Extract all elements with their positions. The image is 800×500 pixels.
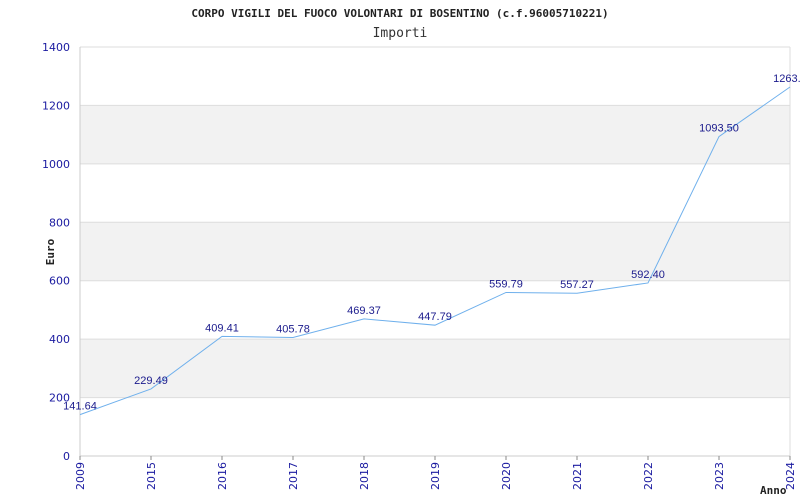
- grid-band: [80, 339, 790, 398]
- data-label: 1093.50: [699, 123, 739, 135]
- x-tick-label: 2016: [216, 462, 229, 490]
- x-tick-label: 2021: [571, 462, 584, 490]
- x-tick-label: 2020: [500, 462, 513, 490]
- data-label: 1263.0: [773, 73, 800, 85]
- x-tick-label: 2009: [74, 462, 87, 490]
- y-tick-label: 1000: [42, 158, 70, 171]
- y-axis-label: Euro: [44, 238, 57, 265]
- data-label: 409.41: [205, 322, 239, 334]
- x-axis-ticks: 2009 2015 2016 2017 2018 2019 2020 2021 2022 2023…: [74, 456, 797, 490]
- data-label: 447.79: [418, 311, 452, 323]
- data-label: 559.79: [489, 278, 523, 290]
- x-axis-label: Anno: [760, 484, 787, 497]
- x-tick-label: 2019: [429, 462, 442, 490]
- x-tick-label: 2015: [145, 462, 158, 490]
- y-tick-label: 400: [49, 333, 70, 346]
- data-label: 405.78: [276, 323, 310, 335]
- x-tick-label: 2022: [642, 462, 655, 490]
- y-tick-label: 600: [49, 275, 70, 288]
- x-tick-label: 2023: [713, 462, 726, 490]
- data-label: 469.37: [347, 305, 381, 317]
- chart-title: CORPO VIGILI DEL FUOCO VOLONTARI DI BOSE…: [191, 7, 608, 20]
- x-tick-label: 2017: [287, 462, 300, 490]
- grid-band: [80, 222, 790, 281]
- data-label: 557.27: [560, 279, 594, 291]
- y-tick-label: 1400: [42, 41, 70, 54]
- x-tick-label: 2018: [358, 462, 371, 490]
- data-label: 592.40: [631, 269, 665, 281]
- data-label: 229.49: [134, 375, 168, 387]
- y-tick-label: 0: [63, 450, 70, 463]
- chart-subtitle: Importi: [373, 26, 428, 41]
- chart: CORPO VIGILI DEL FUOCO VOLONTARI DI BOSE…: [42, 7, 800, 497]
- data-label: 141.64: [63, 401, 97, 413]
- y-tick-label: 800: [49, 216, 70, 229]
- grid-bands: [80, 105, 790, 398]
- grid-band: [80, 105, 790, 164]
- y-tick-label: 1200: [42, 99, 70, 112]
